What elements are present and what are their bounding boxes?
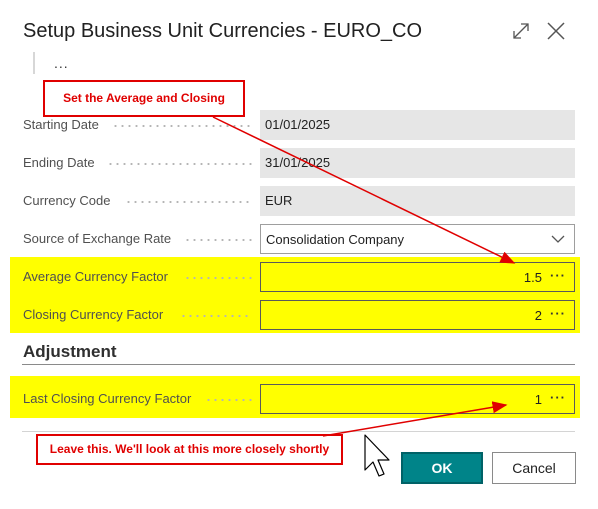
label-leader (180, 315, 252, 317)
closing-currency-factor-label: Closing Currency Factor (23, 307, 164, 322)
currency-code-label: Currency Code (23, 193, 111, 208)
starting-date-field: 01/01/2025 (260, 110, 575, 140)
average-currency-factor-input[interactable]: 1.5 ··· (260, 262, 575, 292)
label-leader (184, 277, 252, 279)
average-currency-factor-label: Average Currency Factor (23, 269, 168, 284)
ending-date-field: 31/01/2025 (260, 148, 575, 178)
label-leader (125, 201, 252, 203)
currency-code-field: EUR (260, 186, 575, 216)
expand-icon (513, 23, 529, 39)
currency-code-row: Currency Code EUR (0, 186, 598, 216)
dialog-title: Setup Business Unit Currencies - EURO_CO (23, 20, 423, 42)
ending-date-value: 31/01/2025 (265, 155, 331, 170)
last-closing-currency-factor-value: 1 (534, 392, 542, 407)
section-divider (22, 364, 575, 365)
ending-date-row: Ending Date 31/01/2025 (0, 148, 598, 178)
source-exchange-rate-label: Source of Exchange Rate (23, 231, 172, 246)
closing-currency-factor-row: Closing Currency Factor 2 ··· (0, 300, 598, 330)
closing-currency-factor-value: 2 (534, 308, 542, 323)
ending-date-label: Ending Date (23, 155, 95, 170)
chevron-down-icon (551, 235, 565, 243)
dialog: Setup Business Unit Currencies - EURO_CO… (0, 0, 598, 509)
currency-code-value: EUR (265, 193, 293, 208)
closing-currency-factor-input[interactable]: 2 ··· (260, 300, 575, 330)
footer-divider (22, 431, 575, 432)
last-closing-currency-factor-row: Last Closing Currency Factor 1 ··· (0, 384, 598, 414)
label-leader (112, 125, 252, 127)
label-leader (184, 239, 252, 241)
annotation-bottom: Leave this. We'll look at this more clos… (36, 434, 343, 465)
last-closing-currency-factor-label: Last Closing Currency Factor (23, 391, 192, 406)
closing-currency-factor-assist-button[interactable]: ··· (550, 306, 566, 321)
close-icon (547, 22, 565, 40)
mouse-pointer-icon (364, 434, 390, 477)
expand-button[interactable] (510, 20, 532, 42)
source-exchange-rate-select[interactable]: Consolidation Company (260, 224, 575, 254)
annotation-overlay (212, 116, 516, 477)
close-button[interactable] (545, 20, 567, 42)
annotation-top: Set the Average and Closing (43, 80, 245, 117)
starting-date-label: Starting Date (23, 117, 99, 132)
last-closing-currency-factor-assist-button[interactable]: ··· (550, 390, 566, 405)
label-leader (107, 163, 252, 165)
cancel-button[interactable]: Cancel (492, 452, 576, 484)
last-closing-currency-factor-input[interactable]: 1 ··· (260, 384, 575, 414)
starting-date-value: 01/01/2025 (265, 117, 331, 132)
ok-button[interactable]: OK (401, 452, 483, 484)
source-exchange-rate-row: Source of Exchange Rate Consolidation Co… (0, 224, 598, 254)
source-exchange-rate-value: Consolidation Company (266, 232, 405, 247)
more-actions-button[interactable]: ... (54, 55, 69, 71)
average-currency-factor-row: Average Currency Factor 1.5 ··· (0, 262, 598, 292)
adjustment-section-title[interactable]: Adjustment (23, 342, 117, 362)
actions-divider (33, 52, 35, 74)
average-currency-factor-value: 1.5 (523, 270, 542, 285)
average-currency-factor-assist-button[interactable]: ··· (550, 268, 566, 283)
label-leader (205, 399, 252, 401)
